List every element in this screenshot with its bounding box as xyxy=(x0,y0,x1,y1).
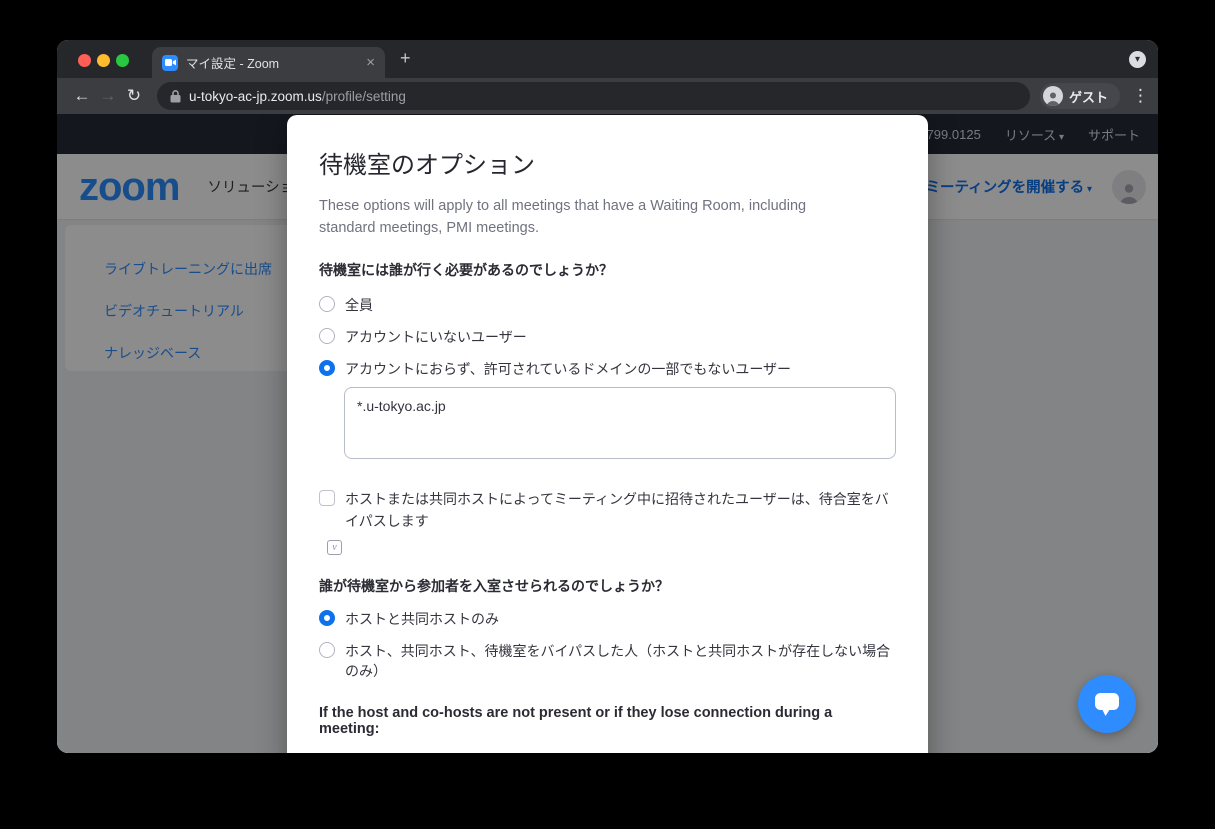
waiting-room-options-dialog: 待機室のオプション These options will apply to al… xyxy=(287,115,928,753)
browser-menu-button[interactable] xyxy=(1132,86,1146,106)
checkbox-icon[interactable] xyxy=(319,490,335,506)
question-who-admits: 誰が待機室から参加者を入室させられるのでしょうか？ xyxy=(319,576,896,596)
minimize-window-button[interactable] xyxy=(97,54,110,67)
forward-button[interactable] xyxy=(95,86,121,106)
back-button[interactable] xyxy=(69,86,95,106)
new-tab-button[interactable] xyxy=(400,48,411,69)
tab-strip: マイ設定 - Zoom xyxy=(57,40,1158,78)
browser-toolbar: u-tokyo-ac-jp.zoom.us/profile/setting ゲス… xyxy=(57,78,1158,114)
radio-selected-icon[interactable] xyxy=(319,360,335,376)
dialog-title: 待機室のオプション xyxy=(319,145,896,180)
reload-button[interactable] xyxy=(121,86,147,106)
search-tabs-button[interactable] xyxy=(1129,51,1146,68)
guest-avatar-icon xyxy=(1043,86,1063,106)
question-host-absent: If the host and co-hosts are not present… xyxy=(319,705,896,737)
lock-icon xyxy=(170,89,181,103)
chat-bubble-icon xyxy=(1092,690,1122,718)
close-tab-icon[interactable] xyxy=(366,55,375,70)
radio-icon[interactable] xyxy=(319,328,335,344)
broken-video-icon xyxy=(327,540,342,555)
guest-label: ゲスト xyxy=(1069,87,1108,106)
chat-widget-button[interactable] xyxy=(1078,675,1136,733)
url-path: /profile/setting xyxy=(322,89,406,104)
tab-title: マイ設定 - Zoom xyxy=(186,53,366,72)
radio-icon[interactable] xyxy=(319,296,335,312)
radio-option-everyone[interactable]: 全員 xyxy=(319,295,896,315)
profile-button[interactable]: ゲスト xyxy=(1040,83,1120,109)
maximize-window-button[interactable] xyxy=(116,54,129,67)
radio-option-hosts-cohosts-bypassers[interactable]: ホスト、共同ホスト、待機室をバイパスした人（ホストと共同ホストが存在しない場合の… xyxy=(319,641,896,681)
address-bar[interactable]: u-tokyo-ac-jp.zoom.us/profile/setting xyxy=(157,82,1030,110)
browser-window: マイ設定 - Zoom u-tokyo-ac-jp.zoom.us/profil… xyxy=(57,40,1158,753)
close-window-button[interactable] xyxy=(78,54,91,67)
zoom-favicon-icon xyxy=(162,55,178,71)
question-who-goes: 待機室には誰が行く必要があるのでしょうか？ xyxy=(319,260,896,280)
radio-option-users-not-in-domains[interactable]: アカウントにおらず、許可されているドメインの一部でもないユーザー xyxy=(319,359,896,379)
radio-option-hosts-cohosts-only[interactable]: ホストと共同ホストのみ xyxy=(319,609,896,629)
allowed-domains-input[interactable]: *.u-tokyo.ac.jp xyxy=(344,387,896,459)
browser-tab[interactable]: マイ設定 - Zoom xyxy=(152,47,385,78)
checkbox-bypass-waiting-room[interactable]: ホストまたは共同ホストによってミーティング中に招待されたユーザーは、待合室をバイ… xyxy=(319,488,896,532)
page: 1.888.799.0125 リソース サポート zoom ソリューション ミー… xyxy=(57,114,1158,753)
radio-icon[interactable] xyxy=(319,642,335,658)
radio-option-users-not-in-account[interactable]: アカウントにいないユーザー xyxy=(319,327,896,347)
radio-selected-icon[interactable] xyxy=(319,610,335,626)
url-host: u-tokyo-ac-jp.zoom.us xyxy=(189,89,322,104)
dialog-description: These options will apply to all meetings… xyxy=(319,195,851,239)
